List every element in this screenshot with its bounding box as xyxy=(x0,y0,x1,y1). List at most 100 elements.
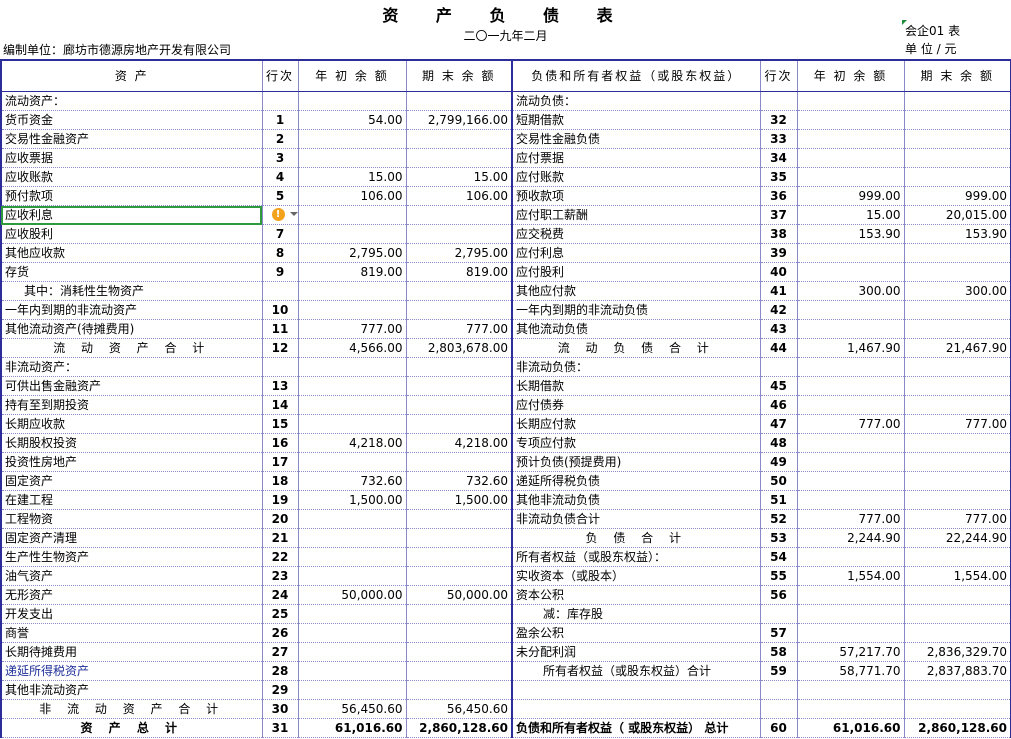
asset-line-cell[interactable] xyxy=(262,281,299,301)
liability-name-cell[interactable]: 实收资本（或股本） xyxy=(512,566,761,586)
liability-name-cell[interactable]: 盈余公积 xyxy=(512,623,761,643)
asset-name-cell[interactable]: 长期应收款 xyxy=(0,414,263,434)
asset-begin-cell[interactable] xyxy=(298,623,407,643)
asset-begin-cell[interactable] xyxy=(298,452,407,472)
liability-end-cell[interactable] xyxy=(904,110,1011,130)
liability-end-cell[interactable] xyxy=(904,376,1011,396)
liability-name-cell[interactable]: 其他流动负债 xyxy=(512,319,761,339)
liability-line-cell[interactable]: 34 xyxy=(760,148,798,168)
asset-line-cell[interactable]: 24 xyxy=(262,585,299,605)
liability-end-cell[interactable]: 153.90 xyxy=(904,224,1011,244)
asset-begin-cell[interactable] xyxy=(298,91,407,111)
asset-name-cell[interactable]: 长期股权投资 xyxy=(0,433,263,453)
liability-begin-cell[interactable] xyxy=(797,547,905,567)
asset-begin-cell[interactable] xyxy=(298,414,407,434)
liability-begin-cell[interactable] xyxy=(797,395,905,415)
asset-begin-cell[interactable]: 15.00 xyxy=(298,167,407,187)
asset-line-cell[interactable]: 11 xyxy=(262,319,299,339)
liability-name-cell[interactable]: 预计负债(预提费用) xyxy=(512,452,761,472)
liability-begin-cell[interactable] xyxy=(797,110,905,130)
asset-end-cell[interactable] xyxy=(406,148,513,168)
liability-name-cell[interactable]: 所有者权益（或股东权益）合计 xyxy=(512,661,761,681)
liability-line-cell[interactable]: 37 xyxy=(760,205,798,225)
asset-line-cell[interactable]: 3 xyxy=(262,148,299,168)
liability-line-cell[interactable]: 32 xyxy=(760,110,798,130)
liability-line-cell[interactable] xyxy=(760,91,798,111)
liability-begin-cell[interactable]: 999.00 xyxy=(797,186,905,206)
liability-end-cell[interactable] xyxy=(904,547,1011,567)
asset-line-cell[interactable]: 19 xyxy=(262,490,299,510)
liability-line-cell[interactable]: 55 xyxy=(760,566,798,586)
asset-name-cell[interactable]: 流 动 资 产 合 计 xyxy=(0,338,263,358)
asset-end-cell[interactable]: 15.00 xyxy=(406,167,513,187)
asset-begin-cell[interactable]: 1,500.00 xyxy=(298,490,407,510)
liability-name-cell[interactable]: 减：库存股 xyxy=(512,604,761,624)
asset-begin-cell[interactable]: 4,566.00 xyxy=(298,338,407,358)
asset-name-cell[interactable]: 应收股利 xyxy=(0,224,263,244)
asset-name-cell[interactable]: 预付款项 xyxy=(0,186,263,206)
liability-begin-cell[interactable] xyxy=(797,319,905,339)
asset-end-cell[interactable]: 106.00 xyxy=(406,186,513,206)
liability-line-cell[interactable]: 53 xyxy=(760,528,798,548)
liability-begin-cell[interactable] xyxy=(797,604,905,624)
asset-begin-cell[interactable] xyxy=(298,680,407,700)
liability-line-cell[interactable]: 38 xyxy=(760,224,798,244)
asset-name-cell[interactable]: 长期待摊费用 xyxy=(0,642,263,662)
asset-line-cell[interactable]: 22 xyxy=(262,547,299,567)
liability-end-cell[interactable] xyxy=(904,433,1011,453)
asset-end-cell[interactable] xyxy=(406,395,513,415)
asset-end-cell[interactable]: 777.00 xyxy=(406,319,513,339)
asset-begin-cell[interactable] xyxy=(298,129,407,149)
asset-line-cell[interactable]: 4 xyxy=(262,167,299,187)
liability-end-cell[interactable] xyxy=(904,452,1011,472)
liability-line-cell[interactable]: 39 xyxy=(760,243,798,263)
liability-line-cell[interactable] xyxy=(760,604,798,624)
asset-begin-cell[interactable] xyxy=(298,509,407,529)
asset-end-cell[interactable] xyxy=(406,91,513,111)
asset-line-cell[interactable]: 31 xyxy=(262,718,299,738)
asset-line-cell[interactable]: 16 xyxy=(262,433,299,453)
asset-end-cell[interactable] xyxy=(406,680,513,700)
asset-name-cell[interactable]: 生产性生物资产 xyxy=(0,547,263,567)
liability-end-cell[interactable] xyxy=(904,300,1011,320)
asset-line-cell[interactable]: 20 xyxy=(262,509,299,529)
liability-name-cell[interactable]: 其他应付款 xyxy=(512,281,761,301)
asset-line-cell[interactable]: 7 xyxy=(262,224,299,244)
asset-end-cell[interactable]: 2,803,678.00 xyxy=(406,338,513,358)
liability-name-cell[interactable]: 递延所得税负债 xyxy=(512,471,761,491)
asset-line-cell[interactable]: 14 xyxy=(262,395,299,415)
liability-line-cell[interactable]: 42 xyxy=(760,300,798,320)
liability-begin-cell[interactable]: 300.00 xyxy=(797,281,905,301)
asset-begin-cell[interactable]: 732.60 xyxy=(298,471,407,491)
asset-end-cell[interactable] xyxy=(406,528,513,548)
asset-begin-cell[interactable] xyxy=(298,395,407,415)
asset-line-cell[interactable]: 28 xyxy=(262,661,299,681)
asset-end-cell[interactable] xyxy=(406,414,513,434)
liability-begin-cell[interactable] xyxy=(797,167,905,187)
liability-end-cell[interactable]: 999.00 xyxy=(904,186,1011,206)
asset-name-cell[interactable]: 应收账款 xyxy=(0,167,263,187)
asset-line-cell[interactable]: 8 xyxy=(262,243,299,263)
asset-begin-cell[interactable] xyxy=(298,604,407,624)
liability-line-cell[interactable]: 48 xyxy=(760,433,798,453)
asset-end-cell[interactable] xyxy=(406,357,513,377)
liability-begin-cell[interactable]: 2,244.90 xyxy=(797,528,905,548)
liability-begin-cell[interactable]: 57,217.70 xyxy=(797,642,905,662)
asset-begin-cell[interactable] xyxy=(298,300,407,320)
asset-end-cell[interactable] xyxy=(406,661,513,681)
asset-begin-cell[interactable] xyxy=(298,547,407,567)
asset-begin-cell[interactable] xyxy=(298,224,407,244)
liability-begin-cell[interactable] xyxy=(797,433,905,453)
liability-end-cell[interactable]: 2,860,128.60 xyxy=(904,718,1011,738)
liability-name-cell[interactable]: 交易性金融负债 xyxy=(512,129,761,149)
asset-name-cell[interactable]: 货币资金 xyxy=(0,110,263,130)
asset-line-cell[interactable] xyxy=(262,357,299,377)
liability-begin-cell[interactable] xyxy=(797,623,905,643)
liability-line-cell[interactable] xyxy=(760,357,798,377)
liability-end-cell[interactable] xyxy=(904,490,1011,510)
liability-line-cell[interactable]: 44 xyxy=(760,338,798,358)
liability-end-cell[interactable] xyxy=(904,357,1011,377)
liability-name-cell[interactable]: 长期借款 xyxy=(512,376,761,396)
liability-begin-cell[interactable] xyxy=(797,490,905,510)
asset-end-cell[interactable] xyxy=(406,452,513,472)
